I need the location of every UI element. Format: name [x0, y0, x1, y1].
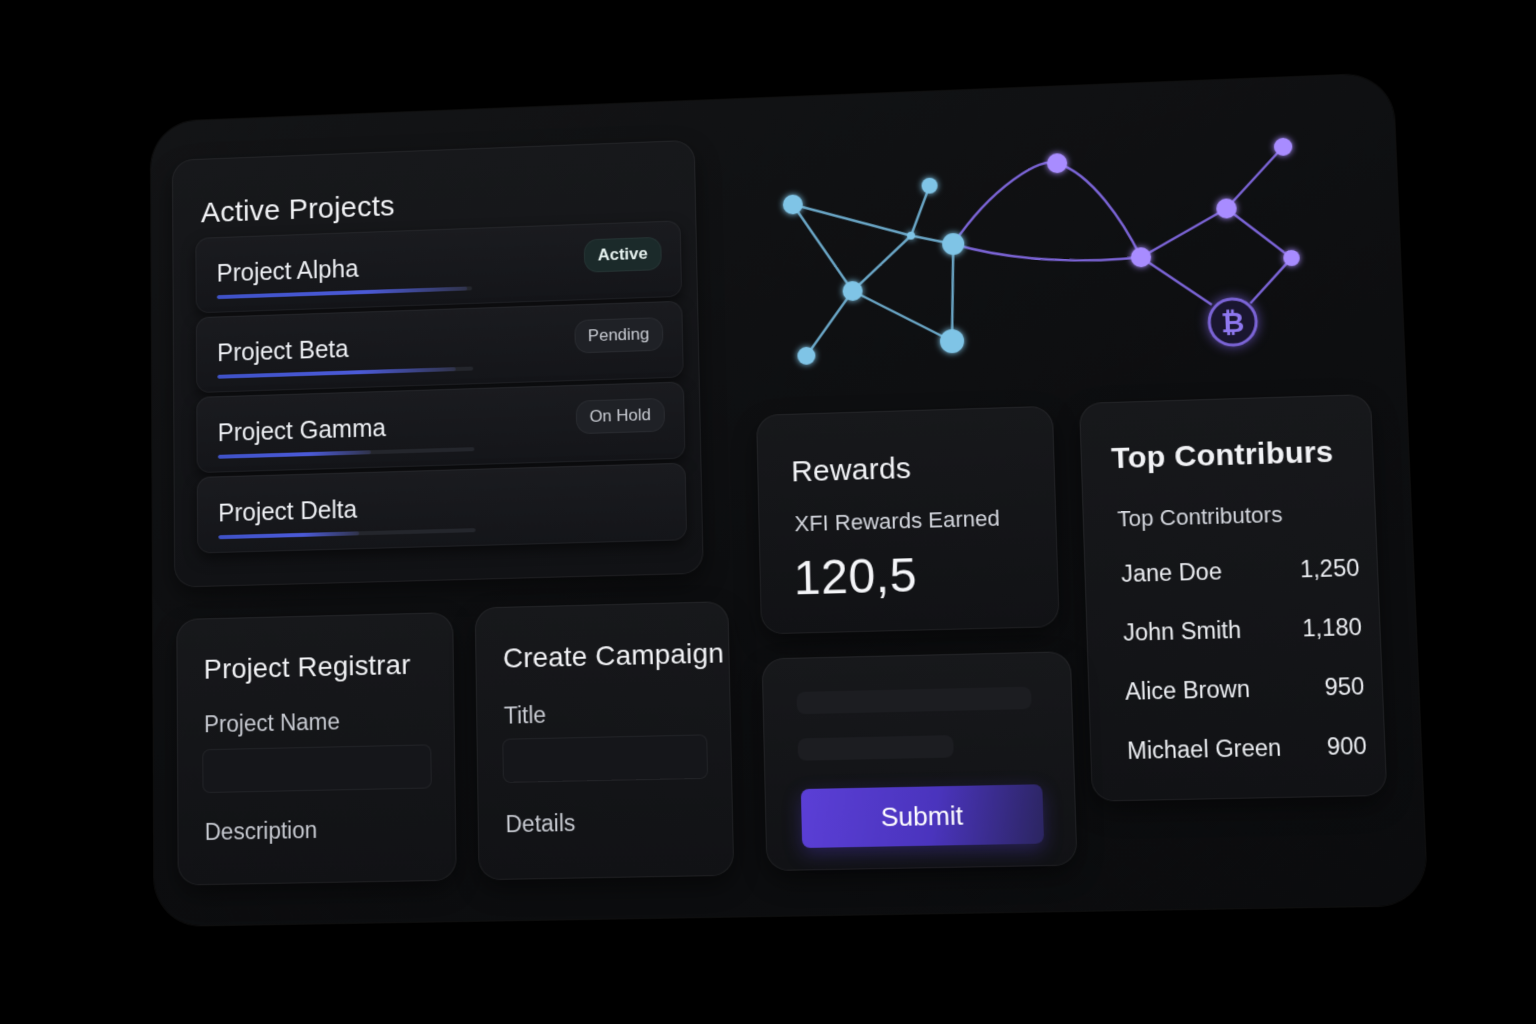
status-badge: On Hold	[575, 397, 666, 435]
top-contributors-card: Top Contriburs Top Contributors Jane Doe…	[1078, 393, 1388, 802]
project-name: Project Gamma	[217, 414, 387, 448]
bitcoin-icon: ₿	[1208, 298, 1257, 346]
active-projects-card: Active Projects Project Alpha Active Pro…	[171, 139, 704, 588]
network-graph: ₿	[782, 137, 1301, 365]
contributor-row[interactable]: Jane Doe 1,250	[1121, 554, 1360, 591]
placeholder-field[interactable]	[796, 686, 1032, 715]
project-progress-bar	[218, 528, 476, 540]
network-node	[1046, 152, 1068, 174]
campaign-title-label: Title	[503, 701, 547, 729]
project-name-label: Project Name	[203, 708, 341, 738]
network-node	[941, 232, 965, 256]
project-name: Project Delta	[218, 495, 358, 528]
project-progress-fill	[218, 531, 360, 540]
project-progress-fill	[216, 286, 467, 300]
network-node	[921, 177, 938, 194]
submit-card: Submit	[761, 651, 1078, 872]
status-badge: Active	[583, 236, 662, 273]
project-row-gamma[interactable]: Project Gamma On Hold	[196, 381, 686, 474]
network-node	[782, 194, 803, 215]
contributor-row[interactable]: Michael Green 900	[1127, 732, 1368, 768]
dashboard-panel: Active Projects Project Alpha Active Pro…	[150, 73, 1428, 927]
project-progress-fill	[217, 367, 456, 379]
campaign-details-label: Details	[505, 809, 576, 838]
project-progress-bar	[217, 366, 474, 379]
contributor-value: 950	[1323, 672, 1365, 701]
active-projects-title: Active Projects	[200, 190, 395, 230]
project-registrar-title: Project Registrar	[203, 648, 411, 685]
network-node	[939, 328, 965, 354]
project-name-input[interactable]	[202, 744, 432, 794]
rewards-card: Rewards XFI Rewards Earned 120,5	[756, 405, 1060, 635]
create-campaign-title: Create Campaign	[502, 637, 725, 674]
network-node	[797, 346, 816, 365]
network-edges-violet	[951, 147, 1293, 314]
create-campaign-card: Create Campaign Title Details	[474, 601, 735, 881]
placeholder-field[interactable]	[797, 735, 954, 761]
project-row-alpha[interactable]: Project Alpha Active	[195, 220, 683, 314]
svg-text:₿: ₿	[1221, 306, 1245, 340]
top-contributors-subtitle: Top Contributors	[1116, 501, 1283, 532]
project-progress-bar	[216, 286, 473, 300]
project-row-delta[interactable]: Project Delta	[196, 462, 688, 554]
contributor-row[interactable]: Alice Brown 950	[1125, 673, 1365, 709]
rewards-label: XFI Rewards Earned	[794, 505, 1001, 537]
network-node	[1130, 246, 1152, 268]
project-row-beta[interactable]: Project Beta Pending	[195, 300, 684, 394]
rewards-value: 120,5	[793, 549, 918, 606]
project-registrar-card: Project Registrar Project Name Descripti…	[176, 612, 457, 886]
rewards-title: Rewards	[790, 452, 912, 489]
project-progress-bar	[217, 447, 475, 459]
network-edges-teal	[792, 185, 956, 356]
contributor-name: John Smith	[1122, 616, 1242, 646]
contributor-value: 1,250	[1299, 554, 1360, 583]
contributor-name: Alice Brown	[1124, 675, 1251, 705]
project-name: Project Alpha	[216, 255, 359, 288]
contributor-value: 900	[1326, 732, 1368, 760]
project-name: Project Beta	[217, 335, 349, 368]
contributor-value: 1,180	[1301, 613, 1363, 642]
description-label: Description	[204, 816, 318, 846]
contributor-name: Jane Doe	[1120, 558, 1223, 588]
contributor-name: Michael Green	[1126, 734, 1282, 765]
top-contributors-title: Top Contriburs	[1110, 435, 1334, 476]
submit-button[interactable]: Submit	[800, 784, 1045, 849]
project-progress-fill	[217, 450, 372, 459]
contributor-row[interactable]: John Smith 1,180	[1123, 614, 1363, 650]
campaign-title-input[interactable]	[502, 734, 709, 783]
status-badge: Pending	[573, 317, 664, 354]
